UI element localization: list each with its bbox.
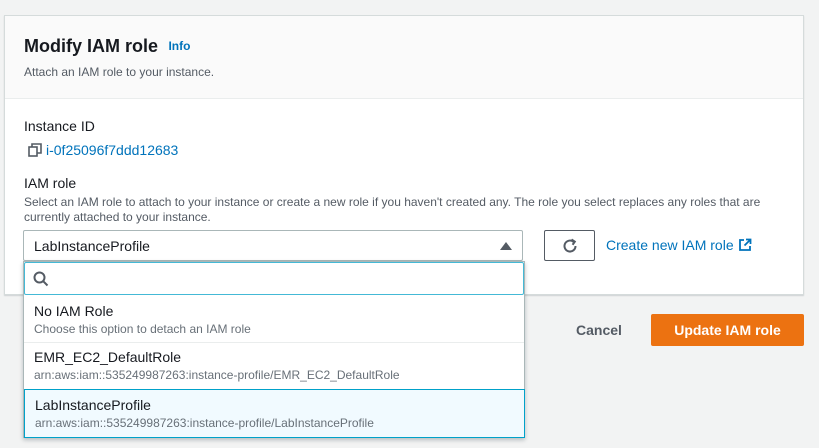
option-description: arn:aws:iam::535249987263:instance-profi… [35,416,374,430]
iam-role-dropdown: No IAM Role Choose this option to detach… [23,261,525,438]
iam-role-select[interactable]: LabInstanceProfile [23,230,523,261]
dropdown-option-emr-ec2-defaultrole[interactable]: EMR_EC2_DefaultRole arn:aws:iam::5352499… [24,344,524,390]
option-label: No IAM Role [34,303,114,319]
option-description: Choose this option to detach an IAM role [34,322,251,336]
panel-description: Attach an IAM role to your instance. [24,65,215,79]
dropdown-search[interactable] [24,262,524,295]
dropdown-option-labinstanceprofile[interactable]: LabInstanceProfile arn:aws:iam::53524998… [24,389,525,438]
option-label: EMR_EC2_DefaultRole [34,349,182,365]
iam-role-description: Select an IAM role to attach to your ins… [24,195,761,224]
instance-id-label: Instance ID [24,118,95,134]
instance-id-value[interactable]: i-0f25096f7ddd12683 [46,142,178,158]
create-new-iam-role-label: Create new IAM role [606,237,734,253]
iam-role-selected-value: LabInstanceProfile [34,237,150,254]
instance-id-link[interactable]: i-0f25096f7ddd12683 [28,142,178,158]
iam-role-label: IAM role [24,175,77,191]
dropdown-option-no-iam-role[interactable]: No IAM Role Choose this option to detach… [24,298,524,343]
external-link-icon [738,238,752,251]
refresh-icon [563,238,577,253]
refresh-button[interactable] [544,230,595,261]
cancel-button[interactable]: Cancel [567,314,631,346]
dropdown-search-input[interactable] [55,270,495,287]
copy-icon[interactable] [28,143,42,157]
page-title: Modify IAM role [24,36,158,56]
search-icon [33,271,49,286]
option-label: LabInstanceProfile [35,397,151,413]
caret-up-icon [500,242,512,250]
create-new-iam-role-link[interactable]: Create new IAM role [606,237,752,253]
panel-header: Modify IAM role Info Attach an IAM role … [5,16,803,99]
option-description: arn:aws:iam::535249987263:instance-profi… [34,368,400,382]
info-link[interactable]: Info [168,39,190,53]
update-iam-role-button[interactable]: Update IAM role [651,314,804,346]
